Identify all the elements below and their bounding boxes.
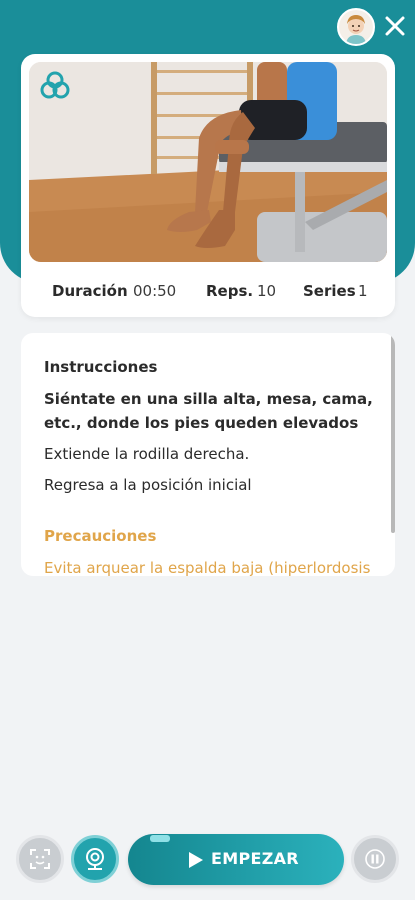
precautions-text: Evita arquear la espalda baja (hiperlord… bbox=[44, 559, 371, 576]
exercise-video-illustration bbox=[29, 62, 387, 262]
close-icon bbox=[385, 16, 405, 36]
trefoil-logo-icon bbox=[39, 70, 71, 102]
pause-icon bbox=[365, 849, 385, 869]
webcam-icon bbox=[86, 848, 104, 870]
start-progress-indicator bbox=[150, 835, 170, 842]
instructions-content: Instrucciones Siéntate en una silla alta… bbox=[44, 357, 389, 576]
face-scan-button[interactable] bbox=[16, 835, 64, 883]
webcam-button[interactable] bbox=[71, 835, 119, 883]
duration-value: 00:50 bbox=[133, 282, 177, 300]
duration-label: Duración bbox=[52, 282, 128, 300]
start-button[interactable]: EMPEZAR bbox=[128, 834, 344, 885]
avatar-illustration bbox=[339, 10, 373, 44]
face-scan-icon bbox=[30, 849, 50, 869]
series-value: 1 bbox=[358, 282, 368, 300]
play-icon bbox=[189, 852, 203, 868]
exercise-card: Duración 00:50 Reps. 10 Series 1 bbox=[21, 54, 395, 317]
instruction-step: Extiende la rodilla derecha. bbox=[44, 445, 250, 463]
exercise-video[interactable] bbox=[29, 62, 387, 262]
instructions-lead: Siéntate en una silla alta, mesa, cama, … bbox=[44, 390, 373, 432]
reps-label: Reps. bbox=[206, 282, 254, 300]
avatar[interactable] bbox=[337, 8, 375, 46]
precautions-heading: Precauciones bbox=[44, 527, 157, 545]
reps-value: 10 bbox=[257, 282, 277, 300]
close-button[interactable] bbox=[383, 14, 407, 38]
instructions-scrollbar[interactable] bbox=[391, 333, 395, 533]
pause-button[interactable] bbox=[351, 835, 399, 883]
instructions-heading: Instrucciones bbox=[44, 358, 158, 376]
exercise-stats: Duración 00:50 Reps. 10 Series 1 bbox=[21, 270, 395, 310]
series-label: Series bbox=[303, 282, 356, 300]
instructions-card[interactable]: Instrucciones Siéntate en una silla alta… bbox=[21, 333, 395, 576]
instruction-step: Regresa a la posición inicial bbox=[44, 476, 252, 494]
start-button-label: EMPEZAR bbox=[211, 849, 299, 868]
